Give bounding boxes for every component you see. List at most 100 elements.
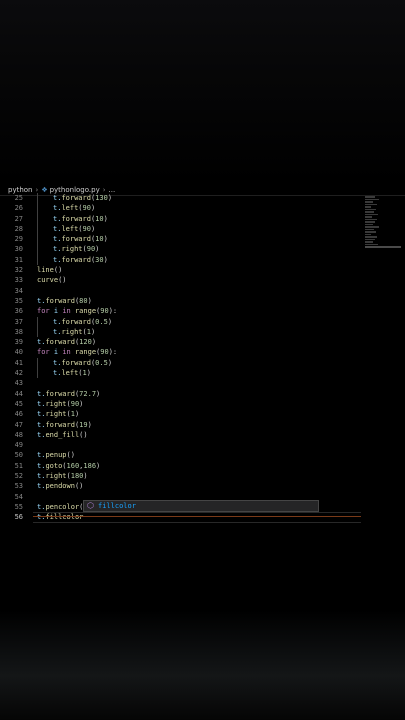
code-line[interactable]: 33 curve(): [0, 275, 365, 285]
indent-guide: [37, 244, 38, 255]
line-number: 26: [14, 204, 23, 213]
code-line[interactable]: 41 t.forward(0.5): [0, 357, 365, 369]
code-token: ): [74, 410, 80, 419]
code-line[interactable]: 34: [0, 286, 365, 296]
code-token: for: [37, 348, 50, 357]
code-token: left: [61, 204, 79, 213]
line-number: 33: [14, 276, 23, 285]
code-line[interactable]: 51 t.goto(160,186): [0, 461, 365, 471]
line-number: 43: [14, 379, 23, 388]
method-cube-icon: ⬡: [87, 501, 94, 510]
code-token: fillcolor: [45, 513, 84, 522]
minimap-line: [365, 201, 373, 203]
indent-guide: [37, 254, 38, 266]
code-line[interactable]: 46 t.right(1): [0, 409, 365, 419]
minimap-line: [365, 231, 376, 233]
video-blur-bottom: [0, 610, 405, 720]
code-line[interactable]: 48 t.end_fill(): [0, 430, 365, 440]
code-token: 90: [70, 399, 80, 408]
code-line[interactable]: 26 t.left(90): [0, 203, 365, 214]
code-token: right: [61, 327, 83, 336]
line-number: 53: [14, 482, 23, 491]
code-token: 90: [86, 245, 96, 254]
code-text: t.goto(160,186): [37, 461, 100, 471]
code-token: (): [53, 266, 63, 275]
code-text: t.right(1): [37, 409, 79, 419]
minimap-viewport[interactable]: [365, 246, 401, 248]
line-number: 55: [14, 502, 23, 511]
code-token: forward: [45, 389, 75, 398]
line-number: 41: [14, 358, 23, 367]
code-token: ): [103, 235, 108, 244]
code-text: t.forward(19): [37, 420, 92, 430]
line-number: 48: [14, 430, 23, 439]
code-token: right: [45, 410, 67, 419]
code-line[interactable]: 32 line(): [0, 265, 365, 275]
code-line[interactable]: 29 t.forward(10): [0, 234, 365, 245]
code-token: ): [107, 194, 113, 202]
code-token: 10: [95, 235, 104, 244]
code-line[interactable]: 52 t.right(180): [0, 471, 365, 481]
code-line[interactable]: 39 t.forward(120): [0, 337, 365, 347]
code-line[interactable]: 56 t.fillcolor: [0, 512, 365, 523]
line-number: 54: [14, 492, 23, 501]
code-token: curve: [37, 276, 59, 285]
minimap[interactable]: [365, 196, 405, 260]
minimap-line: [365, 238, 375, 240]
line-number: 49: [14, 441, 23, 450]
code-line[interactable]: 31 t.forward(30): [0, 254, 365, 266]
code-line[interactable]: 35 t.forward(80): [0, 296, 365, 306]
code-line[interactable]: 42 t.left(1): [0, 368, 365, 379]
autocomplete-suggestion[interactable]: ⬡ fillcolor: [83, 500, 319, 512]
code-token: 186: [83, 461, 97, 470]
line-number: 27: [14, 214, 23, 223]
code-token: ): [86, 369, 91, 378]
code-line[interactable]: 37 t.forward(0.5): [0, 316, 365, 327]
line-number: 46: [14, 410, 23, 419]
code-line[interactable]: 27 t.forward(10): [0, 213, 365, 224]
code-line[interactable]: 38 t.right(1): [0, 326, 365, 338]
code-line[interactable]: 28 t.left(90): [0, 223, 365, 235]
code-token: ): [103, 255, 108, 264]
code-text: t.penup(): [37, 450, 75, 460]
code-text: t.forward(10): [53, 214, 108, 224]
code-editor[interactable]: 25 t.forward(130) 26 t.left(90) 27 t.forward(…: [0, 193, 365, 523]
code-token: ): [83, 472, 88, 481]
code-token: ): [91, 338, 97, 347]
code-token: 72.7: [79, 389, 97, 398]
code-token: forward: [61, 235, 91, 244]
code-token: 120: [79, 338, 92, 347]
code-line[interactable]: 36 for i in range(90):: [0, 306, 365, 316]
code-line[interactable]: 45 t.right(90): [0, 399, 365, 409]
code-text: t.forward(0.5): [53, 317, 112, 327]
code-token: forward: [45, 338, 75, 347]
code-line[interactable]: 40 for i in range(90):: [0, 347, 365, 357]
code-token: ): [107, 317, 113, 326]
code-line[interactable]: 50 t.penup(): [0, 450, 365, 460]
code-text: t.forward(120): [37, 337, 96, 347]
code-token: forward: [61, 194, 91, 202]
code-line[interactable]: 30 t.right(90): [0, 244, 365, 255]
line-number: 47: [14, 420, 23, 429]
code-token: (): [58, 276, 67, 285]
code-line[interactable]: 49: [0, 440, 365, 450]
line-number: 44: [14, 389, 23, 398]
code-token: right: [45, 399, 67, 408]
code-text: t.pendown(): [37, 481, 83, 491]
code-text: t.right(1): [53, 327, 95, 337]
minimap-line: [365, 206, 371, 208]
code-line[interactable]: 47 t.forward(19): [0, 420, 365, 430]
line-number: 52: [14, 472, 23, 481]
code-text: t.fillcolor: [37, 512, 83, 522]
code-token: forward: [61, 358, 91, 367]
code-token: 180: [70, 472, 84, 481]
code-line[interactable]: 53 t.pendown(): [0, 481, 365, 491]
code-line[interactable]: 43: [0, 378, 365, 388]
code-token: ): [107, 358, 113, 367]
code-text: for i in range(90):: [37, 306, 117, 316]
code-line[interactable]: 25 t.forward(130): [0, 193, 365, 204]
line-number: 45: [14, 399, 23, 408]
code-token: 130: [95, 194, 108, 202]
code-token: forward: [61, 214, 91, 223]
code-line[interactable]: 44 t.forward(72.7): [0, 389, 365, 399]
